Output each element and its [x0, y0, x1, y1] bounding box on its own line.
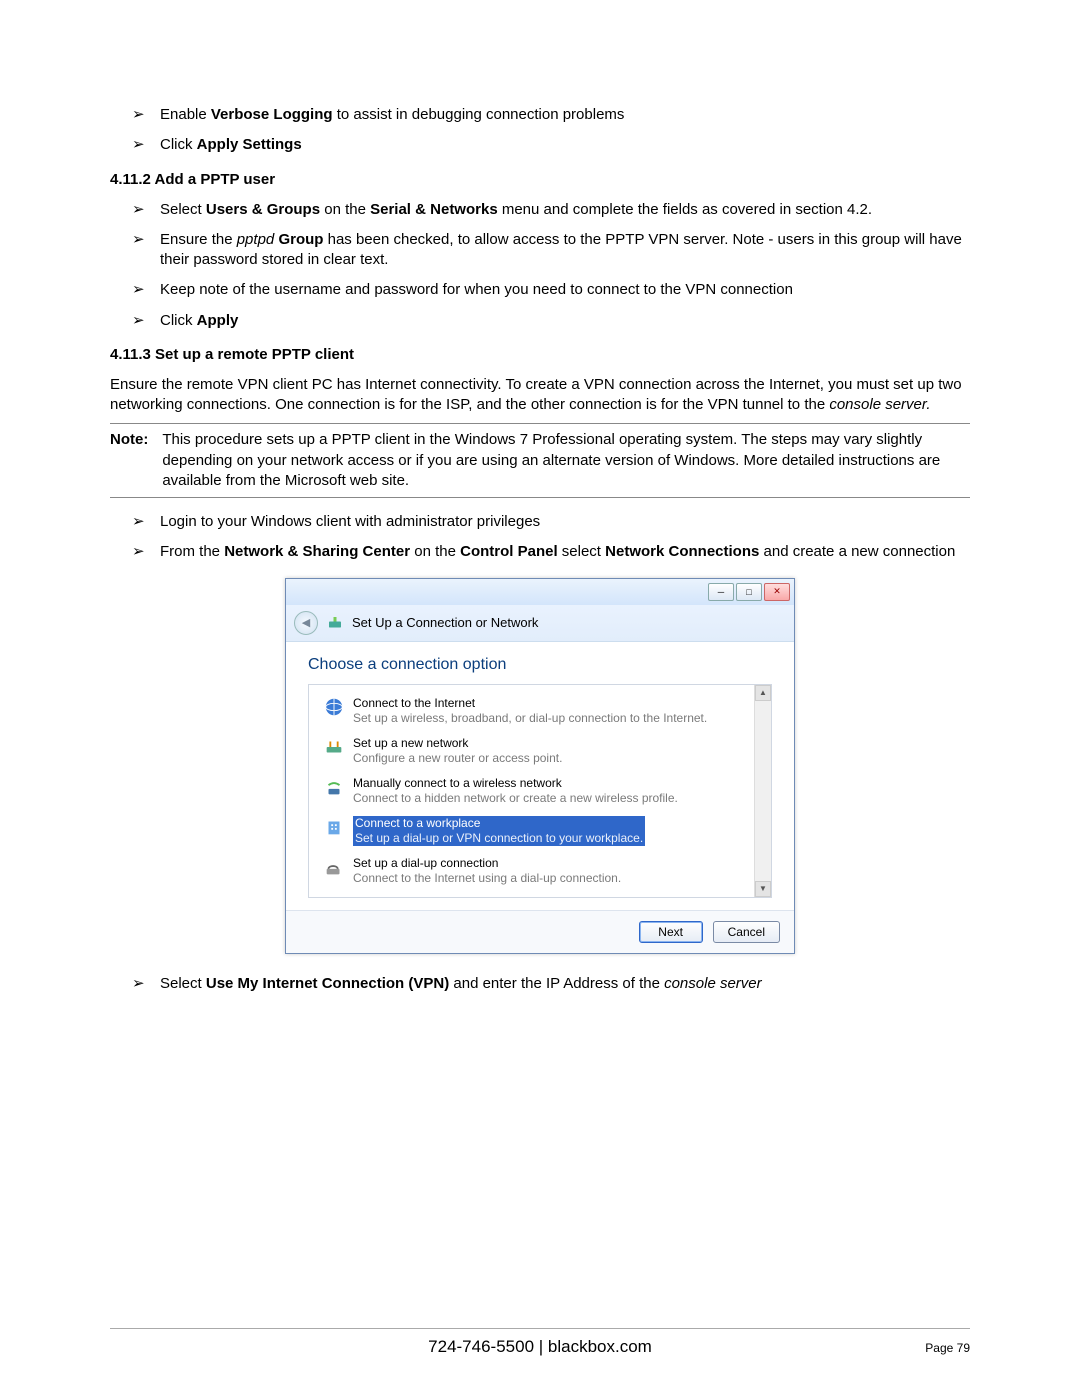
divider-top [110, 423, 970, 424]
bullets-client: Login to your Windows client with admini… [110, 512, 970, 563]
bullets-4-11-2: Select Users & Groups on the Serial & Ne… [110, 200, 970, 331]
option-title: Manually connect to a wireless network [353, 776, 678, 791]
page-footer: 724-746-5500 | blackbox.com Page 79 [110, 1328, 970, 1357]
heading-4-11-2: 4.11.2 Add a PPTP user [110, 171, 970, 188]
connection-option[interactable]: Connect to a workplaceSet up a dial-up o… [309, 811, 771, 851]
connection-option[interactable]: Connect to the InternetSet up a wireless… [309, 691, 771, 731]
router-icon [323, 736, 345, 758]
divider-bottom [110, 497, 970, 498]
next-button[interactable]: Next [639, 921, 703, 943]
heading-4-11-3: 4.11.3 Set up a remote PPTP client [110, 346, 970, 363]
list-item: Keep note of the username and password f… [160, 280, 970, 300]
option-subtitle: Connect to the Internet using a dial-up … [353, 871, 621, 886]
connection-option[interactable]: Set up a new networkConfigure a new rout… [309, 731, 771, 771]
wizard-dialog: ─ □ ✕ ◀ Set Up a Connection or Network C… [285, 578, 795, 954]
bullet-apply-settings: Click Apply Settings [160, 135, 970, 155]
option-title: Set up a new network [353, 736, 562, 751]
button-row: Next Cancel [286, 910, 794, 953]
note-text: This procedure sets up a PPTP client in … [162, 430, 970, 491]
maximize-button[interactable]: □ [736, 583, 762, 601]
dialog-title: Set Up a Connection or Network [352, 615, 538, 630]
globe-icon [323, 696, 345, 718]
dialog-prompt: Choose a connection option [308, 656, 772, 674]
wifi-icon [323, 776, 345, 798]
list-item: From the Network & Sharing Center on the… [160, 542, 970, 562]
note-label: Note: [110, 430, 148, 491]
option-subtitle: Set up a dial-up or VPN connection to yo… [355, 831, 643, 846]
list-item: Login to your Windows client with admini… [160, 512, 970, 532]
footer-page-number: Page 79 [925, 1341, 970, 1355]
network-wizard-icon [326, 614, 344, 632]
option-subtitle: Connect to a hidden network or create a … [353, 791, 678, 806]
list-item: Select Use My Internet Connection (VPN) … [160, 974, 970, 994]
intro-paragraph: Ensure the remote VPN client PC has Inte… [110, 375, 970, 416]
cancel-button[interactable]: Cancel [713, 921, 780, 943]
bullets-top: Enable Verbose Logging to assist in debu… [110, 105, 970, 156]
footer-contact: 724-746-5500 | blackbox.com [428, 1337, 652, 1357]
option-title: Set up a dial-up connection [353, 856, 621, 871]
titlebar: ─ □ ✕ [286, 579, 794, 605]
list-item: Select Users & Groups on the Serial & Ne… [160, 200, 970, 220]
header-row: ◀ Set Up a Connection or Network [286, 605, 794, 642]
option-subtitle: Configure a new router or access point. [353, 751, 562, 766]
option-list: Connect to the InternetSet up a wireless… [308, 684, 772, 898]
connection-option[interactable]: Manually connect to a wireless networkCo… [309, 771, 771, 811]
scrollbar[interactable]: ▲ ▼ [754, 685, 771, 897]
scroll-up-icon[interactable]: ▲ [755, 685, 771, 701]
building-icon [323, 816, 345, 838]
close-button[interactable]: ✕ [764, 583, 790, 601]
scroll-down-icon[interactable]: ▼ [755, 881, 771, 897]
back-button[interactable]: ◀ [294, 611, 318, 635]
bullet-verbose: Enable Verbose Logging to assist in debu… [160, 105, 970, 125]
option-title: Connect to the Internet [353, 696, 707, 711]
list-item: Ensure the pptpd Group has been checked,… [160, 230, 970, 271]
connection-option[interactable]: Set up a dial-up connectionConnect to th… [309, 851, 771, 891]
list-item: Click Apply [160, 311, 970, 331]
option-subtitle: Set up a wireless, broadband, or dial-up… [353, 711, 707, 726]
phone-icon [323, 856, 345, 878]
option-title: Connect to a workplace [355, 816, 643, 831]
bullets-after: Select Use My Internet Connection (VPN) … [110, 974, 970, 994]
minimize-button[interactable]: ─ [708, 583, 734, 601]
note-block: Note: This procedure sets up a PPTP clie… [110, 430, 970, 491]
